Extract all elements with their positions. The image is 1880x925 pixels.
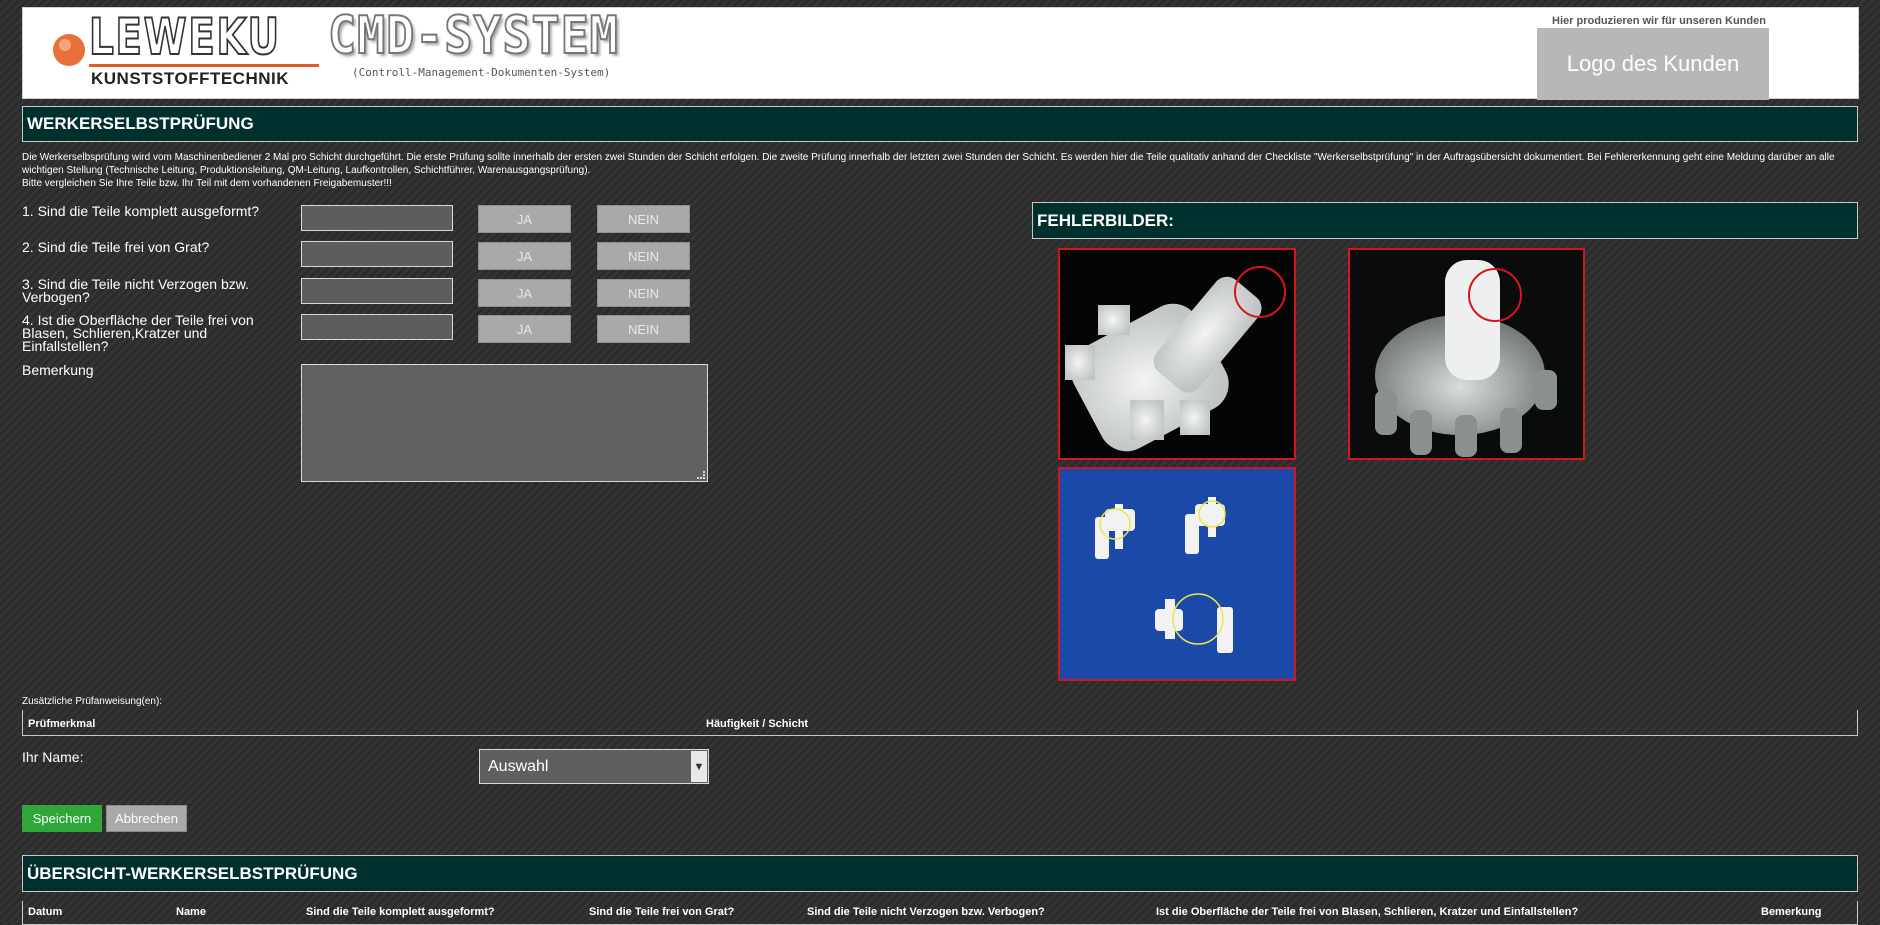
overview-col-verzogen: Sind die Teile nicht Verzogen bzw. Verbo… xyxy=(807,906,1045,918)
name-select[interactable]: Auswahl ▼ xyxy=(479,749,709,784)
overview-col-bemerkung: Bemerkung xyxy=(1761,906,1822,918)
question-2-label: 2. Sind die Teile frei von Grat? xyxy=(22,239,210,255)
system-title: CMD-SYSTEM xyxy=(327,5,619,67)
fehlerbilder-title: FEHLERBILDER: xyxy=(1032,202,1858,239)
question-4-no-button[interactable]: NEIN xyxy=(597,315,690,343)
overview-col-datum: Datum xyxy=(28,906,63,918)
name-label: Ihr Name: xyxy=(22,749,84,765)
page-header: LEWEKU KUNSTSTOFFTECHNIK CMD-SYSTEM (Con… xyxy=(22,5,1859,100)
system-logo: CMD-SYSTEM (Controll-Management-Dokument… xyxy=(327,5,658,88)
remark-textarea[interactable] xyxy=(301,364,708,482)
question-1-input[interactable] xyxy=(301,205,453,231)
save-button[interactable]: Speichern xyxy=(22,805,102,832)
brand-subtitle: KUNSTSTOFFTECHNIK xyxy=(91,69,290,88)
logo-sphere-icon xyxy=(35,24,85,80)
question-4-input[interactable] xyxy=(301,314,453,340)
question-1-label: 1. Sind die Teile komplett ausgeformt? xyxy=(22,203,260,219)
question-3-input[interactable] xyxy=(301,278,453,304)
customer-caption: Hier produzieren wir für unseren Kunden xyxy=(1552,15,1766,27)
additional-col-haeufigkeit: Häufigkeit / Schicht xyxy=(706,718,809,730)
question-3-label: 3. Sind die Teile nicht Verzogen bzw. Ve… xyxy=(22,276,250,305)
defect-image-3 xyxy=(1058,467,1296,681)
brand-underline xyxy=(89,64,319,67)
defect-image-2 xyxy=(1348,248,1585,460)
brand-name: LEWEKU xyxy=(88,7,281,67)
question-4-label: 4. Ist die Oberfläche der Teile frei von… xyxy=(22,312,254,354)
question-2-yes-button[interactable]: JA xyxy=(478,242,571,270)
system-subtitle: (Controll-Management-Dokumenten-System) xyxy=(352,66,611,79)
section-title: WERKERSELBSTPRÜFUNG xyxy=(22,106,1858,142)
additional-table: Prüfmerkmal Häufigkeit / Schicht xyxy=(22,710,1858,736)
name-select-value: Auswahl xyxy=(488,757,549,775)
question-3-yes-button[interactable]: JA xyxy=(478,279,571,307)
question-2-input[interactable] xyxy=(301,241,453,267)
customer-logo: Logo des Kunden xyxy=(1537,28,1769,100)
company-logo: LEWEKU KUNSTSTOFFTECHNIK xyxy=(33,7,319,90)
additional-caption: Zusätzliche Prüfanweisung(en): xyxy=(22,696,163,707)
remark-label: Bemerkung xyxy=(22,362,94,378)
question-1-no-button[interactable]: NEIN xyxy=(597,205,690,233)
question-1-yes-button[interactable]: JA xyxy=(478,205,571,233)
question-3-no-button[interactable]: NEIN xyxy=(597,279,690,307)
intro-text: Die Werkerselbsprüfung wird vom Maschine… xyxy=(22,152,1835,176)
question-2-no-button[interactable]: NEIN xyxy=(597,242,690,270)
overview-title: ÜBERSICHT-WERKERSELBSTPRÜFUNG xyxy=(22,855,1858,892)
additional-col-pruefmerkmal: Prüfmerkmal xyxy=(28,718,96,730)
overview-col-ausgeformt: Sind die Teile komplett ausgeformt? xyxy=(306,906,495,918)
question-4-yes-button[interactable]: JA xyxy=(478,315,571,343)
overview-col-oberflaeche: Ist die Oberfläche der Teile frei von Bl… xyxy=(1156,906,1579,918)
chevron-down-icon[interactable]: ▼ xyxy=(691,751,707,782)
overview-col-grat: Sind die Teile frei von Grat? xyxy=(589,906,735,918)
overview-table-header: Datum Name Sind die Teile komplett ausge… xyxy=(22,901,1858,925)
intro-text-block: Die Werkerselbsprüfung wird vom Maschine… xyxy=(22,151,1857,190)
cancel-button[interactable]: Abbrechen xyxy=(106,805,187,832)
defect-image-1 xyxy=(1058,248,1296,460)
intro-text-2: Bitte vergleichen Sie Ihre Teile bzw. Ih… xyxy=(22,178,392,189)
overview-col-name: Name xyxy=(176,906,206,918)
